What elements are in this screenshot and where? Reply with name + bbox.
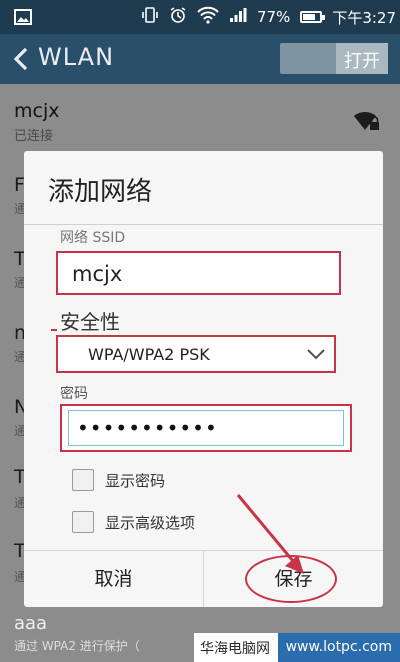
dialog-title: 添加网络 — [48, 177, 153, 207]
security-label: 安全性 — [60, 310, 120, 334]
vibrate-icon — [141, 6, 159, 28]
chevron-down-icon — [306, 346, 326, 366]
alarm-icon — [169, 6, 187, 28]
password-value: ••••••••••• — [77, 416, 218, 440]
gallery-icon — [14, 9, 32, 29]
show-advanced-label: 显示高级选项 — [105, 513, 196, 532]
ssid-input[interactable]: mcjx — [56, 251, 341, 295]
security-select[interactable]: WPA/WPA2 PSK — [56, 335, 336, 373]
clock: 下午3:27 — [332, 8, 396, 27]
signal-icon — [229, 7, 247, 27]
add-network-dialog: 添加网络 网络 SSID mcjx 安全性 WPA/WPA2 PSK 密码 ••… — [24, 151, 383, 607]
cancel-button[interactable]: 取消 — [24, 551, 203, 607]
password-input[interactable]: ••••••••••• — [68, 410, 344, 446]
ssid-label: 网络 SSID — [60, 230, 126, 246]
watermark-url: www.lotpc.com — [277, 633, 400, 662]
password-highlight: ••••••••••• — [60, 404, 352, 452]
network-status: 通过 WPA2 进行保护（ — [14, 639, 140, 653]
wlan-toggle[interactable]: 打开 — [280, 43, 388, 74]
toggle-label: 打开 — [344, 51, 380, 72]
network-item-aaa[interactable]: aaa 通过 WPA2 进行保护（ — [14, 613, 140, 654]
show-advanced-checkbox[interactable] — [72, 511, 94, 533]
show-password-checkbox[interactable] — [72, 469, 94, 491]
watermark: 华海电脑网 www.lotpc.com — [194, 633, 400, 662]
divider — [24, 224, 383, 225]
save-button[interactable]: 保存 — [204, 551, 383, 607]
battery-fill — [303, 14, 316, 20]
show-advanced-option[interactable]: 显示高级选项 — [72, 511, 195, 533]
toggle-knob: 打开 — [336, 43, 388, 74]
show-password-option[interactable]: 显示密码 — [72, 469, 165, 491]
watermark-site-name: 华海电脑网 — [200, 640, 270, 657]
status-bar: 77% 下午3:27 — [0, 0, 400, 34]
network-name: aaa — [14, 613, 48, 634]
ssid-value: mcjx — [72, 262, 123, 286]
show-password-label: 显示密码 — [105, 471, 166, 490]
battery-percent: 77% — [256, 8, 291, 26]
battery-icon — [300, 11, 326, 23]
wifi-icon — [197, 6, 219, 28]
password-label: 密码 — [60, 386, 88, 402]
page-title[interactable]: WLAN — [38, 43, 114, 71]
security-value: WPA/WPA2 PSK — [88, 345, 210, 364]
highlight-mark — [51, 329, 57, 331]
back-arrow-icon[interactable] — [10, 46, 34, 72]
